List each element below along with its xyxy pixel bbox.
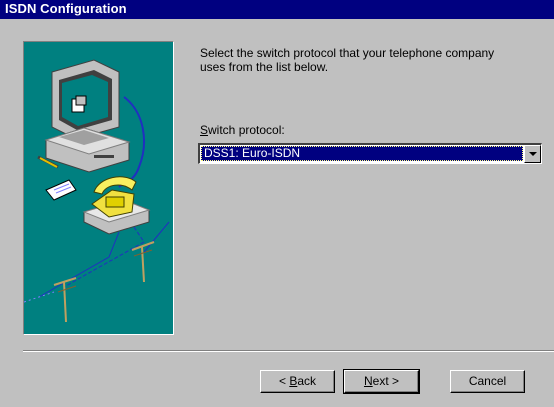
cancel-label: Cancel — [468, 374, 507, 388]
next-accel: N — [363, 374, 373, 388]
back-prefix: < — [278, 374, 290, 388]
next-button[interactable]: Next > — [343, 369, 420, 394]
title-bar: ISDN Configuration — [0, 0, 554, 19]
switch-protocol-label: Switch protocol: — [200, 123, 285, 137]
cancel-button[interactable]: Cancel — [450, 370, 525, 393]
chevron-down-icon[interactable] — [524, 145, 541, 163]
switch-protocol-accel: S — [200, 123, 209, 137]
separator — [23, 350, 554, 352]
back-rest: ack — [297, 374, 317, 388]
switch-protocol-value[interactable]: DSS1: Euro-ISDN — [201, 146, 523, 161]
switch-protocol-select[interactable]: DSS1: Euro-ISDN — [198, 143, 542, 164]
wizard-illustration — [23, 41, 174, 335]
back-button[interactable]: < Back — [260, 370, 335, 393]
computer-phone-isdn-illustration — [24, 42, 173, 334]
next-rest: ext > — [372, 374, 400, 388]
isdn-config-dialog: ISDN Configuration Select the switch pro… — [0, 0, 554, 407]
window-title: ISDN Configuration — [5, 1, 127, 16]
instruction-text: Select the switch protocol that your tel… — [200, 46, 495, 74]
switch-protocol-label-rest: witch protocol: — [208, 123, 285, 137]
